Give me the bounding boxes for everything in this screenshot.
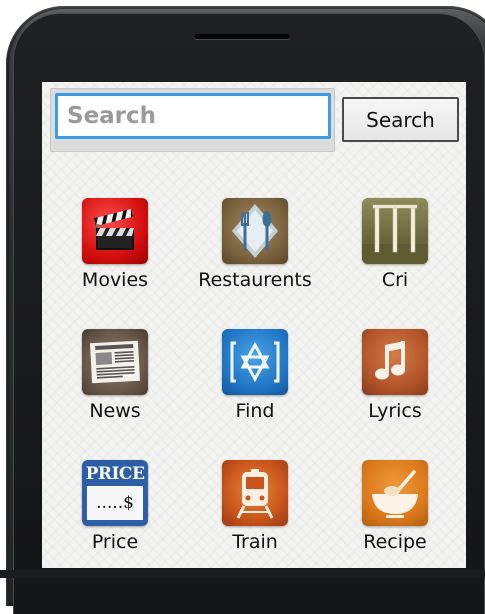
app-tile-recipe[interactable]: Recipe [325, 460, 465, 568]
app-tile-lyrics[interactable]: Lyrics [325, 329, 465, 449]
price-tag-icon: PRICE .....$ [82, 460, 148, 526]
newspaper-icon [82, 329, 148, 395]
price-icon-amount: .....$ [96, 493, 134, 513]
app-label-movies: Movies [81, 269, 149, 291]
price-icon-word: PRICE [85, 464, 145, 484]
app-label-price: Price [91, 531, 139, 553]
app-tile-news[interactable]: News [45, 329, 185, 449]
train-icon [222, 460, 288, 526]
app-tile-find[interactable]: Find [185, 329, 325, 449]
search-button[interactable]: Search [342, 97, 459, 142]
app-tile-train[interactable]: Train [185, 460, 325, 568]
app-label-cri: Cri [381, 269, 409, 291]
earpiece-speaker [194, 34, 290, 39]
app-label-restaurents: Restaurents [198, 269, 312, 291]
app-tile-price[interactable]: PRICE .....$ Price [45, 460, 185, 568]
music-note-icon [362, 329, 428, 395]
phone-bottom-edge [0, 570, 485, 578]
app-label-lyrics: Lyrics [368, 400, 422, 422]
app-label-recipe: Recipe [363, 531, 427, 553]
app-label-news: News [89, 400, 141, 422]
app-tile-restaurents[interactable]: Restaurents [185, 198, 325, 318]
app-label-find: Find [235, 400, 275, 422]
app-tile-movies[interactable]: Movies [45, 198, 185, 318]
cutlery-icon [222, 198, 288, 264]
app-screen: Search Movies [42, 82, 466, 568]
mixing-bowl-icon [362, 460, 428, 526]
find-star-icon [222, 329, 288, 395]
app-tile-cri[interactable]: Cri [325, 198, 465, 318]
cricket-wicket-icon [362, 198, 428, 264]
app-label-train: Train [232, 531, 278, 553]
search-field-container [50, 88, 335, 152]
clapperboard-icon [82, 198, 148, 264]
search-input[interactable] [55, 93, 331, 139]
